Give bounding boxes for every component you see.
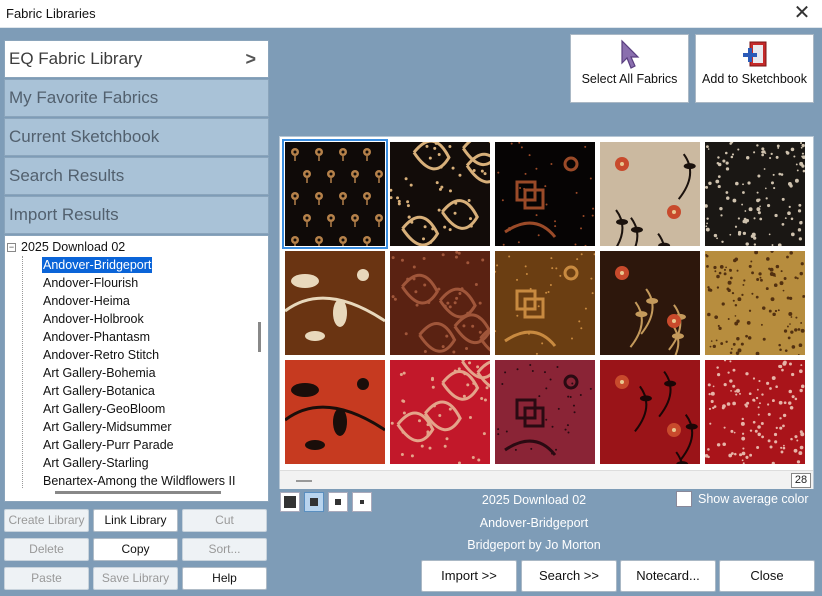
size-small-button[interactable] (328, 492, 348, 512)
add-sketchbook-label: Add to Sketchbook (702, 72, 807, 86)
select-all-label: Select All Fabrics (581, 72, 678, 86)
fabric-swatch[interactable] (495, 251, 595, 355)
library-eq-fabric-library[interactable]: EQ Fabric Library > (4, 40, 269, 78)
tree-root-label: 2025 Download 02 (21, 240, 126, 254)
tree-node[interactable]: Art Gallery-Starling (42, 455, 150, 471)
tree-node[interactable]: Andover-Phantasm (42, 329, 151, 345)
tree-node[interactable]: Art Gallery-Purr Parade (42, 437, 175, 453)
create-library-button[interactable]: Create Library (4, 509, 89, 532)
fabric-swatch[interactable] (705, 142, 805, 246)
tree-node[interactable]: Andover-Heima (42, 293, 131, 309)
show-average-color-label: Show average color (698, 492, 809, 506)
chevron-right-icon[interactable]: > (245, 41, 256, 77)
tree-node[interactable]: Art Gallery-Botanica (42, 383, 156, 399)
library-tree[interactable]: −2025 Download 02 Andover-Bridgeport Ando… (4, 235, 269, 502)
library-label: My Favorite Fabrics (9, 88, 159, 107)
tree-node[interactable]: Andover-Flourish (42, 275, 139, 291)
close-icon[interactable]: ✕ (782, 0, 822, 28)
vertical-scrollbar[interactable] (258, 322, 261, 352)
fabric-swatch[interactable] (705, 251, 805, 355)
library-label: EQ Fabric Library (9, 49, 143, 68)
fabric-swatch[interactable] (495, 142, 595, 246)
copy-button[interactable]: Copy (93, 538, 178, 561)
tree-root-node[interactable]: −2025 Download 02 (7, 240, 125, 254)
help-button[interactable]: Help (182, 567, 267, 590)
size-large-button[interactable] (280, 492, 300, 512)
fabric-swatch[interactable] (390, 360, 490, 464)
fabric-swatch[interactable] (285, 251, 385, 355)
library-label: Current Sketchbook (9, 127, 160, 146)
show-average-color-checkbox[interactable] (676, 491, 692, 507)
fabric-swatch[interactable] (495, 360, 595, 464)
add-sketchbook-icon (743, 41, 767, 67)
fabric-swatch[interactable] (600, 360, 700, 464)
grid-scrollbar[interactable]: 28 (280, 470, 813, 489)
size-tiny-button[interactable] (352, 492, 372, 512)
close-button[interactable]: Close (719, 560, 815, 592)
link-library-button[interactable]: Link Library (93, 509, 178, 532)
tree-node[interactable]: Art Gallery-GeoBloom (42, 401, 166, 417)
fabric-swatch[interactable] (390, 251, 490, 355)
search-button[interactable]: Search >> (521, 560, 617, 592)
info-library: 2025 Download 02 (481, 493, 587, 507)
library-search-results[interactable]: Search Results (4, 157, 269, 195)
library-label: Import Results (9, 205, 119, 224)
import-button[interactable]: Import >> (421, 560, 517, 592)
fabric-swatch[interactable] (285, 360, 385, 464)
tree-node[interactable]: Art Gallery-Midsummer (42, 419, 173, 435)
library-label: Search Results (9, 166, 125, 185)
tree-node[interactable]: Andover-Holbrook (42, 311, 145, 327)
collapse-icon[interactable]: − (7, 243, 16, 252)
grid-scroll-thumb[interactable] (296, 480, 312, 482)
tree-node[interactable]: Andover-Retro Stitch (42, 347, 160, 363)
window-title: Fabric Libraries (6, 6, 96, 21)
cursor-select-icon (621, 39, 640, 69)
fabric-count: 28 (791, 473, 811, 488)
tree-node[interactable]: Andover-Bridgeport (42, 257, 153, 273)
horizontal-scrollbar[interactable] (55, 491, 221, 494)
library-import-results[interactable]: Import Results (4, 196, 269, 234)
save-library-button[interactable]: Save Library (93, 567, 178, 590)
info-collection: Andover-Bridgeport (479, 516, 589, 530)
notecard-button[interactable]: Notecard... (620, 560, 716, 592)
fabric-swatch[interactable] (282, 139, 388, 249)
fabric-swatch[interactable] (390, 142, 490, 246)
size-medium-button[interactable] (304, 492, 324, 512)
paste-button[interactable]: Paste (4, 567, 89, 590)
library-current-sketchbook[interactable]: Current Sketchbook (4, 118, 269, 156)
tree-connector (22, 256, 23, 488)
tree-node[interactable]: Benartex-Among the Wildflowers II (42, 473, 236, 489)
select-all-fabrics-button[interactable]: Select All Fabrics (570, 34, 689, 103)
cut-button[interactable]: Cut (182, 509, 267, 532)
title-bar: Fabric Libraries ✕ (0, 0, 822, 28)
library-my-favorite-fabrics[interactable]: My Favorite Fabrics (4, 79, 269, 117)
delete-button[interactable]: Delete (4, 538, 89, 561)
fabric-grid: 28 (279, 136, 814, 489)
fabric-swatch[interactable] (600, 251, 700, 355)
tree-node[interactable]: Art Gallery-Bohemia (42, 365, 157, 381)
add-to-sketchbook-button[interactable]: Add to Sketchbook (695, 34, 814, 103)
sort-button[interactable]: Sort... (182, 538, 267, 561)
fabric-swatch[interactable] (600, 142, 700, 246)
fabric-swatch[interactable] (705, 360, 805, 464)
info-designer: Bridgeport by Jo Morton (467, 538, 601, 552)
